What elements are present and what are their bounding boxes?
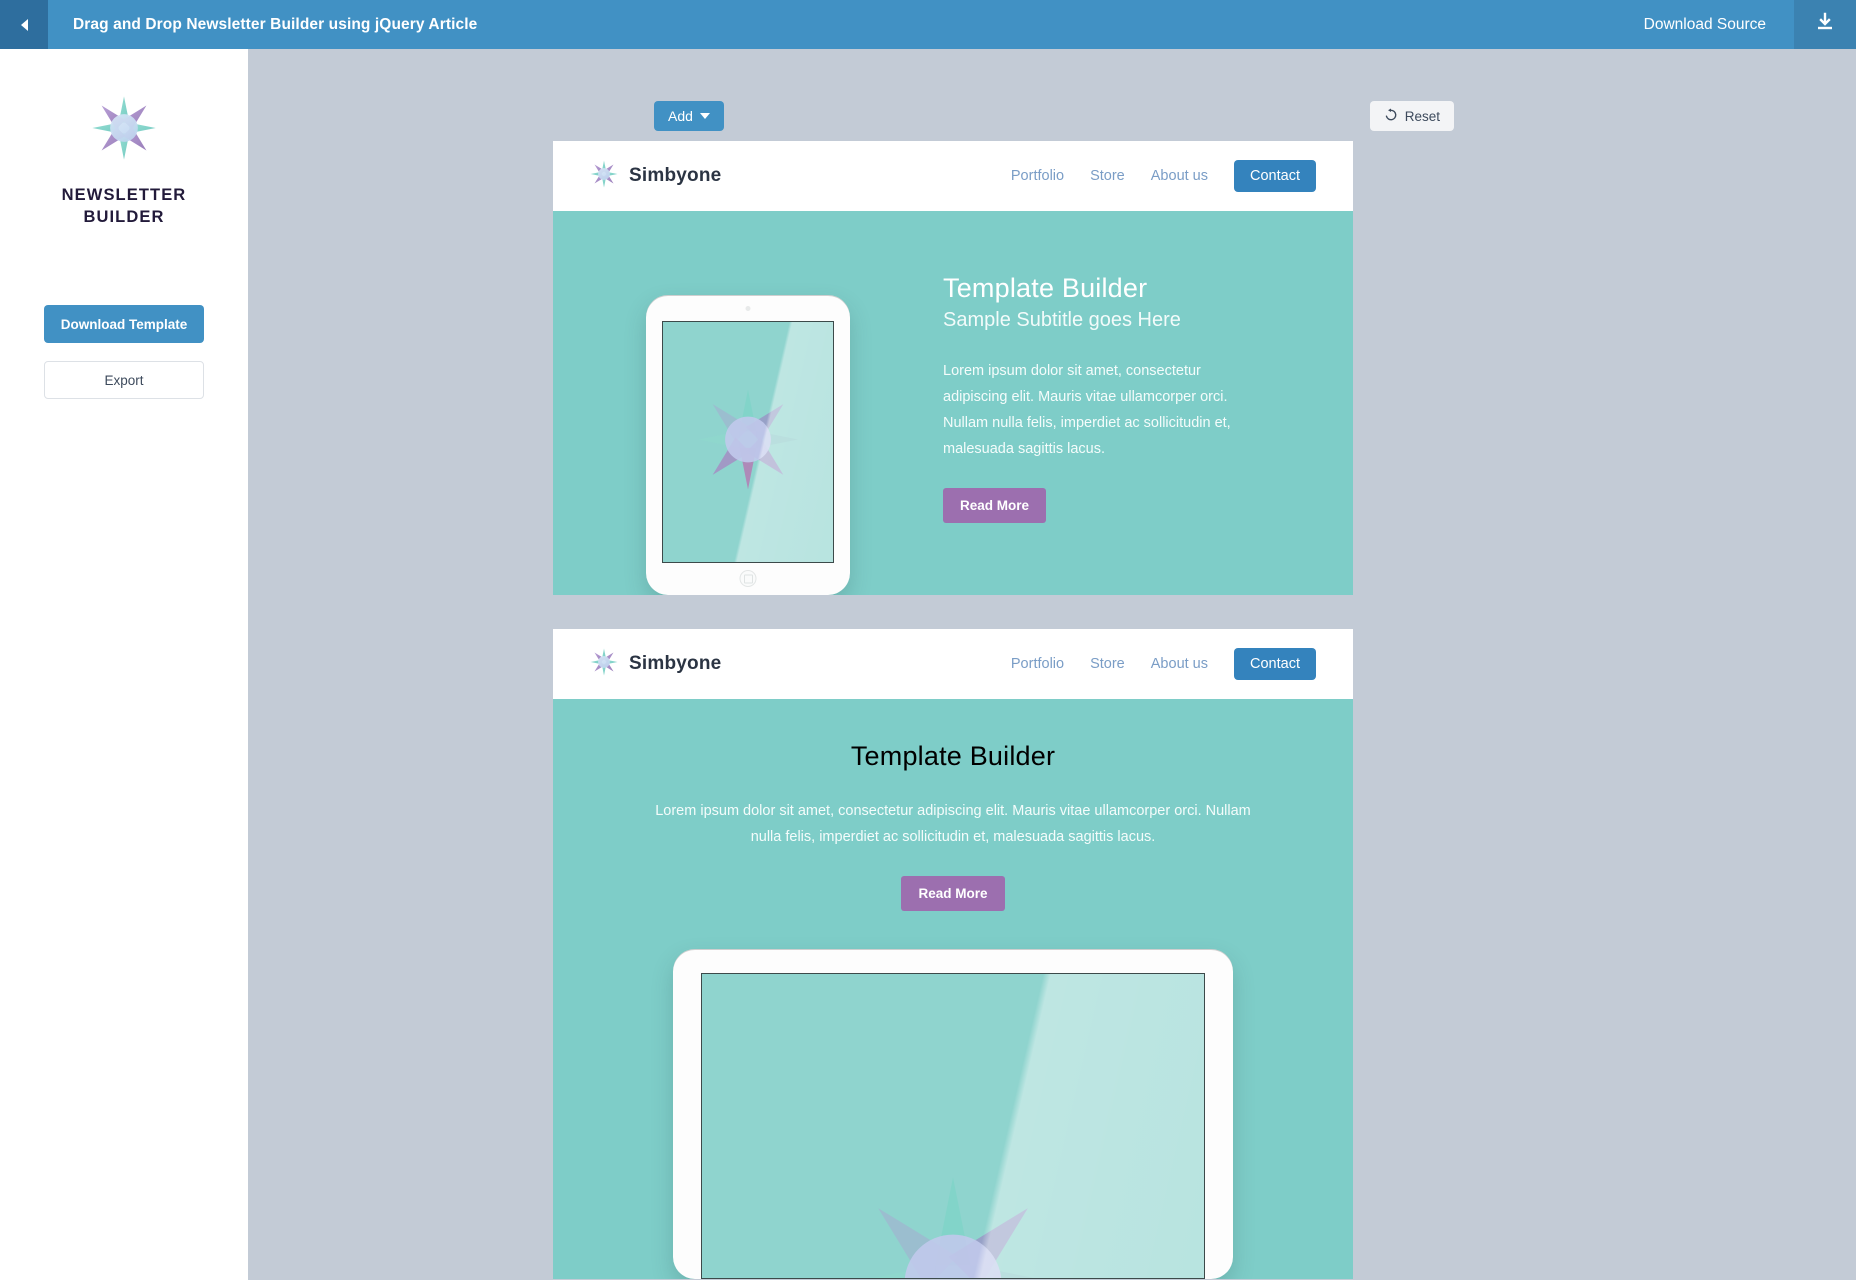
nav-contact-button[interactable]: Contact (1234, 648, 1316, 680)
template-2-nav: Portfolio Store About us Contact (1011, 648, 1316, 680)
template-1-header: Simbyone Portfolio Store About us Contac… (553, 141, 1353, 211)
nav-link-portfolio[interactable]: Portfolio (1011, 656, 1064, 672)
template-1-read-more-button[interactable]: Read More (943, 488, 1047, 524)
add-button-label: Add (668, 108, 693, 124)
template-1-hero-title: Template Builder (943, 273, 1148, 303)
export-button[interactable]: Export (44, 361, 204, 399)
template-1-brand-name: Simbyone (629, 165, 722, 186)
tablet-frame (673, 949, 1233, 1279)
nav-link-store[interactable]: Store (1090, 656, 1125, 672)
eight-point-star-logo (91, 95, 157, 166)
template-block-2[interactable]: Simbyone Portfolio Store About us Contac… (553, 629, 1353, 1279)
nav-link-store[interactable]: Store (1090, 168, 1125, 184)
eight-point-star-logo (590, 648, 618, 681)
left-sidebar: NEWSLETTER BUILDER Download Template Exp… (0, 49, 248, 1280)
template-2-hero-paragraph: Lorem ipsum dolor sit amet, consectetur … (655, 803, 1251, 846)
app-topbar: Drag and Drop Newsletter Builder using j… (0, 0, 1856, 49)
template-2-hero-title: Template Builder (850, 741, 1056, 771)
eight-point-star-logo (590, 160, 618, 193)
add-button[interactable]: Add (654, 101, 724, 131)
download-source-button[interactable] (1794, 0, 1856, 49)
template-1-brand[interactable]: Simbyone (590, 160, 721, 193)
rotate-ccw-icon (1384, 108, 1398, 125)
page-title: Drag and Drop Newsletter Builder using j… (73, 15, 478, 33)
tablet-device-landscape (553, 949, 1353, 1279)
tablet-camera-icon (745, 306, 751, 311)
template-2-read-more-button[interactable]: Read More (901, 876, 1005, 912)
nav-link-about-us[interactable]: About us (1151, 168, 1208, 184)
eight-point-star-logo (843, 1173, 1063, 1279)
template-block-1[interactable]: Simbyone Portfolio Store About us Contac… (553, 141, 1353, 595)
logo-caption-line2: BUILDER (83, 208, 165, 226)
download-template-button[interactable]: Download Template (44, 305, 204, 343)
canvas-toolbar: Add Reset (654, 101, 1454, 141)
logo-caption: NEWSLETTER BUILDER (62, 184, 187, 228)
reset-button-label: Reset (1404, 108, 1440, 124)
template-1-nav: Portfolio Store About us Contact (1011, 160, 1316, 192)
download-source-link[interactable]: Download Source (1644, 16, 1766, 34)
template-1-hero: Template Builder Sample Subtitle goes He… (553, 211, 1353, 595)
template-1-hero-subtitle: Sample Subtitle goes Here (943, 309, 1181, 332)
back-button[interactable] (0, 0, 48, 49)
nav-link-about-us[interactable]: About us (1151, 656, 1208, 672)
tablet-screen (662, 321, 834, 563)
nav-contact-button[interactable]: Contact (1234, 160, 1316, 192)
template-1-hero-copy: Template Builder Sample Subtitle goes He… (943, 211, 1353, 595)
download-icon (1815, 12, 1835, 37)
tablet-frame (646, 295, 850, 595)
reset-button[interactable]: Reset (1369, 101, 1454, 131)
tablet-device-portrait (553, 211, 943, 595)
logo-caption-line1: NEWSLETTER (61, 186, 187, 204)
eight-point-star-logo (696, 388, 800, 497)
template-1-hero-paragraph: Lorem ipsum dolor sit amet, consectetur … (943, 363, 1231, 458)
builder-canvas: Add Reset Simbyone Portfolio Store About… (248, 49, 1856, 1280)
nav-link-portfolio[interactable]: Portfolio (1011, 168, 1064, 184)
tablet-screen (701, 973, 1205, 1279)
chevron-left-icon (18, 18, 30, 32)
template-2-brand[interactable]: Simbyone (590, 648, 721, 681)
tablet-home-button-icon (739, 570, 757, 587)
caret-down-icon (699, 113, 710, 119)
template-2-hero: Template Builder Lorem ipsum dolor sit a… (553, 699, 1353, 1279)
template-2-brand-name: Simbyone (629, 653, 722, 674)
template-2-header: Simbyone Portfolio Store About us Contac… (553, 629, 1353, 699)
